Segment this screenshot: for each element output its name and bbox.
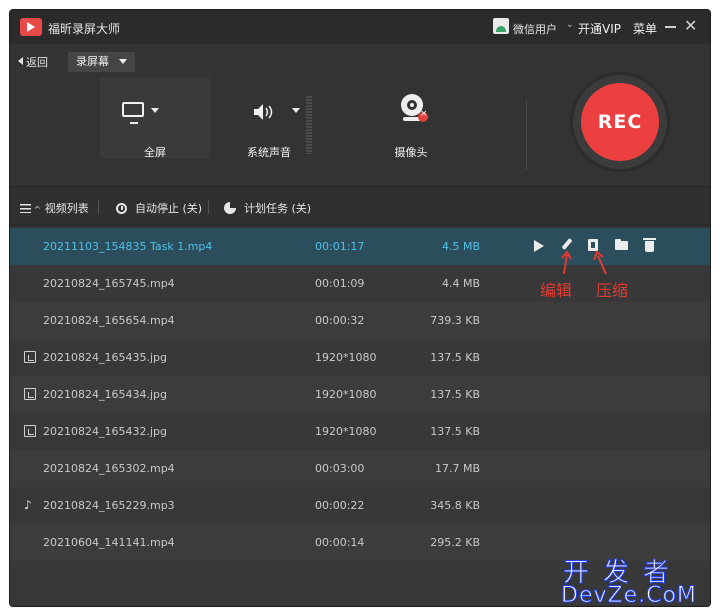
annotation-arrows bbox=[561, 250, 607, 275]
back-button[interactable]: 返回 bbox=[18, 54, 48, 70]
user-name[interactable]: 微信用户 bbox=[513, 21, 557, 37]
list-tabs-bar: ^ 视频列表 自动停止 (关) 计划任务 (关) bbox=[10, 186, 710, 226]
file-name: 20210824_165229.mp3 bbox=[43, 499, 175, 512]
file-size: 137.5 KB bbox=[430, 351, 480, 364]
divider bbox=[526, 100, 527, 170]
app-title: 福昕录屏大师 bbox=[48, 22, 121, 36]
clock-icon bbox=[224, 202, 236, 214]
tab-scheduled-task[interactable]: 计划任务 (关) bbox=[224, 200, 311, 216]
recording-panel: 返回 录屏幕 全屏 系统声音 摄像头 REC bbox=[10, 44, 710, 184]
mode-dropdown[interactable]: 录屏幕 bbox=[68, 52, 135, 72]
file-resolution: 1920*1080 bbox=[315, 425, 377, 438]
back-label: 返回 bbox=[26, 56, 48, 69]
file-duration: 00:00:32 bbox=[315, 314, 365, 327]
camera-label: 摄像头 bbox=[394, 146, 428, 159]
play-icon[interactable] bbox=[532, 238, 548, 254]
file-name: 20210824_165435.jpg bbox=[43, 351, 167, 364]
file-resolution: 1920*1080 bbox=[315, 388, 377, 401]
fullscreen-source-button[interactable]: 全屏 bbox=[100, 78, 210, 159]
file-resolution: 1920*1080 bbox=[315, 351, 377, 364]
back-arrow-icon bbox=[18, 57, 23, 65]
tab-scheduled-task-label: 计划任务 (关) bbox=[244, 202, 312, 215]
watermark-english: DevZe.CoM bbox=[561, 583, 697, 609]
app-logo-icon bbox=[20, 18, 42, 36]
close-icon[interactable]: ✕ bbox=[684, 17, 697, 35]
tab-video-list-label: 视频列表 bbox=[44, 202, 89, 215]
file-name: 20210824_165434.jpg bbox=[43, 388, 167, 401]
file-size: 4.5 MB bbox=[441, 240, 480, 253]
mode-label: 录屏幕 bbox=[76, 55, 109, 68]
file-duration: 00:01:09 bbox=[315, 277, 365, 290]
caret-down-icon[interactable] bbox=[292, 108, 300, 113]
divider bbox=[98, 200, 99, 214]
file-size: 4.4 MB bbox=[441, 277, 480, 290]
file-name: 20211103_154835 Task 1.mp4 bbox=[43, 240, 213, 253]
file-name: 20210824_165745.mp4 bbox=[43, 277, 175, 290]
file-size: 137.5 KB bbox=[430, 425, 480, 438]
file-size: 17.7 MB bbox=[434, 462, 480, 475]
tab-auto-stop-label: 自动停止 (关) bbox=[135, 202, 203, 215]
alarm-clock-icon bbox=[116, 203, 127, 214]
file-row[interactable]: 20210824_165432.jpg 1920*1080 137.5 KB bbox=[10, 413, 710, 450]
monitor-icon bbox=[122, 102, 144, 124]
edit-annotation: 编辑 bbox=[540, 281, 573, 300]
file-row[interactable]: 20210824_165302.mp4 00:03:00 17.7 MB bbox=[10, 450, 710, 487]
music-note-icon: ♪ bbox=[24, 498, 32, 512]
vip-link[interactable]: 开通VIP bbox=[578, 20, 621, 37]
file-name: 20210824_165654.mp4 bbox=[43, 314, 175, 327]
speaker-icon bbox=[254, 104, 273, 120]
fullscreen-label: 全屏 bbox=[144, 146, 166, 159]
minimize-icon[interactable] bbox=[665, 26, 676, 28]
folder-icon[interactable] bbox=[614, 238, 630, 254]
image-file-icon bbox=[24, 388, 36, 400]
compress-annotation: 压缩 bbox=[596, 281, 629, 300]
file-size: 739.3 KB bbox=[430, 314, 480, 327]
file-duration: 00:01:17 bbox=[315, 240, 365, 253]
user-avatar-icon[interactable] bbox=[493, 18, 509, 34]
file-duration: 00:00:22 bbox=[315, 499, 365, 512]
app-window: 福昕录屏大师 微信用户 ⌄ 开通VIP 菜单 ✕ 返回 录屏幕 全屏 系统声音 … bbox=[9, 9, 711, 607]
file-name: 20210824_165432.jpg bbox=[43, 425, 167, 438]
record-ring: REC bbox=[570, 72, 670, 172]
tab-video-list[interactable]: ^ 视频列表 bbox=[20, 200, 89, 216]
file-name: 20210824_165302.mp4 bbox=[43, 462, 175, 475]
list-icon bbox=[20, 204, 31, 213]
file-row[interactable]: ♪ 20210824_165229.mp3 00:00:22 345.8 KB bbox=[10, 487, 710, 524]
divider bbox=[208, 200, 209, 214]
chevron-down-icon[interactable]: ⌄ bbox=[566, 20, 574, 30]
file-duration: 00:03:00 bbox=[315, 462, 365, 475]
file-duration: 00:00:14 bbox=[315, 536, 365, 549]
file-name: 20210604_141141.mp4 bbox=[43, 536, 175, 549]
caret-down-icon bbox=[119, 59, 127, 64]
file-row[interactable]: 20210824_165654.mp4 00:00:32 739.3 KB bbox=[10, 302, 710, 339]
image-file-icon bbox=[24, 351, 36, 363]
record-button[interactable]: REC bbox=[581, 83, 659, 161]
volume-meter bbox=[306, 96, 312, 154]
caret-up-icon: ^ bbox=[34, 205, 41, 214]
file-row[interactable]: 20210824_165434.jpg 1920*1080 137.5 KB bbox=[10, 376, 710, 413]
file-row[interactable]: 20210824_165435.jpg 1920*1080 137.5 KB bbox=[10, 339, 710, 376]
trash-icon[interactable] bbox=[642, 238, 658, 254]
file-size: 295.2 KB bbox=[430, 536, 480, 549]
caret-down-icon[interactable] bbox=[151, 108, 159, 113]
menu-button[interactable]: 菜单 bbox=[633, 20, 657, 37]
image-file-icon bbox=[24, 425, 36, 437]
file-size: 345.8 KB bbox=[430, 499, 480, 512]
file-size: 137.5 KB bbox=[430, 388, 480, 401]
camera-disabled-icon bbox=[418, 109, 428, 122]
tab-auto-stop[interactable]: 自动停止 (关) bbox=[116, 200, 202, 216]
camera-source-button[interactable]: 摄像头 bbox=[356, 78, 466, 159]
title-bar: 福昕录屏大师 微信用户 ⌄ 开通VIP 菜单 ✕ bbox=[10, 10, 710, 44]
